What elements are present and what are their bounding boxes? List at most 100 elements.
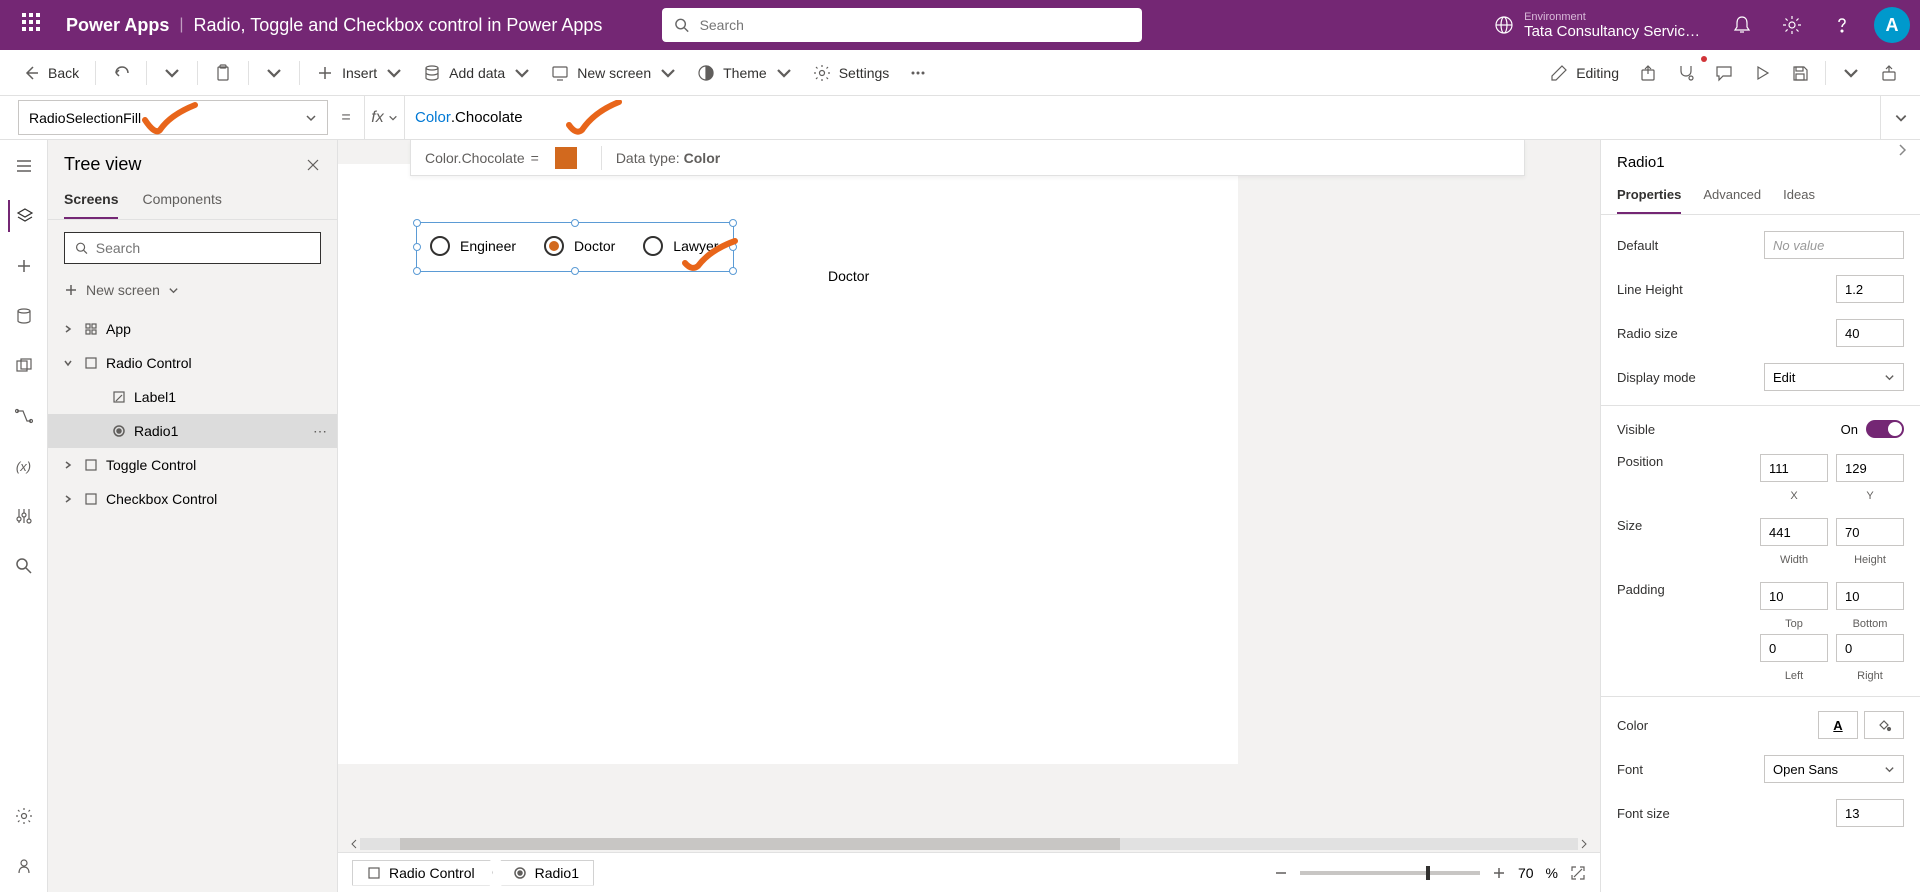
radio-option[interactable]: Engineer [430,236,516,256]
global-search[interactable] [662,8,1142,42]
tab-components[interactable]: Components [142,185,221,219]
scroll-left-icon[interactable] [348,838,360,850]
save-button[interactable] [1781,58,1819,88]
resize-handle[interactable] [413,267,421,275]
new-screen-button[interactable]: New screen [541,58,687,88]
rail-settings-button[interactable] [8,800,40,832]
tab-advanced[interactable]: Advanced [1703,177,1761,214]
breadcrumb-screen[interactable]: Radio Control [352,860,500,886]
data-rail-button[interactable] [8,300,40,332]
new-screen-tree-button[interactable]: New screen [64,276,321,304]
scroll-track[interactable] [360,838,1578,850]
search-rail-button[interactable] [8,550,40,582]
resize-handle[interactable] [729,267,737,275]
formula-expand-button[interactable] [1880,96,1920,139]
flows-rail-button[interactable] [8,400,40,432]
back-button[interactable]: Back [12,58,89,88]
tree-view-rail-button[interactable] [8,200,40,232]
app-launcher-icon[interactable] [22,13,46,37]
save-dropdown[interactable] [1832,58,1870,88]
padding-top-input[interactable] [1760,582,1828,610]
more-icon[interactable]: ⋯ [313,423,327,440]
undo-button[interactable] [102,58,140,88]
property-selector[interactable]: RadioSelectionFill [18,100,328,135]
editing-mode-button[interactable]: Editing [1540,58,1629,88]
fill-color-button[interactable] [1864,711,1904,739]
environment-picker[interactable]: Environment Tata Consultancy Servic… [1494,11,1700,40]
padding-left-input[interactable] [1760,634,1828,662]
resize-handle[interactable] [413,243,421,251]
app-checker-button[interactable] [1667,58,1705,88]
undo-dropdown[interactable] [153,58,191,88]
zoom-slider-thumb[interactable] [1426,866,1430,880]
resize-handle[interactable] [413,219,421,227]
comments-button[interactable] [1705,58,1743,88]
user-avatar[interactable]: A [1874,7,1910,43]
tools-rail-button[interactable] [8,500,40,532]
zoom-in-icon[interactable] [1492,866,1506,880]
tree-item[interactable]: App [48,312,337,346]
radio-control[interactable]: Engineer Doctor Lawyer [430,236,718,256]
share-button[interactable] [1629,58,1667,88]
canvas-area[interactable]: Engineer Doctor Lawyer Doctor Radio Contro… [338,140,1600,892]
tree-item[interactable]: Checkbox Control [48,482,337,516]
hamburger-button[interactable] [8,150,40,182]
resize-handle[interactable] [729,219,737,227]
padding-bottom-input[interactable] [1836,582,1904,610]
resize-handle[interactable] [571,267,579,275]
height-input[interactable] [1836,518,1904,546]
zoom-out-icon[interactable] [1274,866,1288,880]
width-input[interactable] [1760,518,1828,546]
tab-screens[interactable]: Screens [64,185,118,219]
horizontal-scrollbar[interactable] [348,836,1590,852]
tree-chevron-icon[interactable] [60,355,76,371]
variables-rail-button[interactable]: (x) [8,450,40,482]
paste-dropdown[interactable] [255,58,293,88]
scroll-right-icon[interactable] [1578,838,1590,850]
insert-rail-button[interactable] [8,250,40,282]
scroll-thumb[interactable] [400,838,1120,850]
line-height-input[interactable] [1836,275,1904,303]
resize-handle[interactable] [729,243,737,251]
preview-button[interactable] [1743,58,1781,88]
tree-chevron-icon[interactable] [60,457,76,473]
default-input[interactable] [1764,231,1904,259]
resize-handle[interactable] [571,219,579,227]
add-data-button[interactable]: Add data [413,58,541,88]
tree-search[interactable] [64,232,321,264]
padding-right-input[interactable] [1836,634,1904,662]
fit-screen-icon[interactable] [1570,865,1586,881]
settings-button[interactable] [1774,7,1810,43]
tree-item[interactable]: Radio1⋯ [48,414,337,448]
radio-size-input[interactable] [1836,319,1904,347]
notifications-button[interactable] [1724,7,1760,43]
paste-button[interactable] [204,58,242,88]
tab-properties[interactable]: Properties [1617,177,1681,214]
media-rail-button[interactable] [8,350,40,382]
tree-item[interactable]: Radio Control [48,346,337,380]
font-size-input[interactable] [1836,799,1904,827]
position-x-input[interactable] [1760,454,1828,482]
fx-button[interactable]: fx [364,96,404,139]
formula-input[interactable]: Color.Chocolate [404,96,1880,139]
more-button[interactable] [899,58,937,88]
tree-chevron-icon[interactable] [60,321,76,337]
canvas[interactable]: Engineer Doctor Lawyer Doctor [338,164,1238,764]
help-button[interactable] [1824,7,1860,43]
position-y-input[interactable] [1836,454,1904,482]
publish-button[interactable] [1870,58,1908,88]
tree-search-input[interactable] [96,240,310,256]
close-icon[interactable] [305,157,321,173]
tree-item[interactable]: Toggle Control [48,448,337,482]
settings-toolbar-button[interactable]: Settings [803,58,900,88]
search-input[interactable] [700,17,1131,33]
insert-button[interactable]: Insert [306,58,413,88]
font-select[interactable]: Open Sans [1764,755,1904,783]
display-mode-select[interactable]: Edit [1764,363,1904,391]
font-color-button[interactable]: A [1818,711,1858,739]
radio-option[interactable]: Lawyer [643,236,718,256]
breadcrumb-control[interactable]: Radio1 [492,860,594,886]
collapse-arrow-icon[interactable] [1894,142,1910,158]
radio-option[interactable]: Doctor [544,236,615,256]
tree-item[interactable]: Label1 [48,380,337,414]
